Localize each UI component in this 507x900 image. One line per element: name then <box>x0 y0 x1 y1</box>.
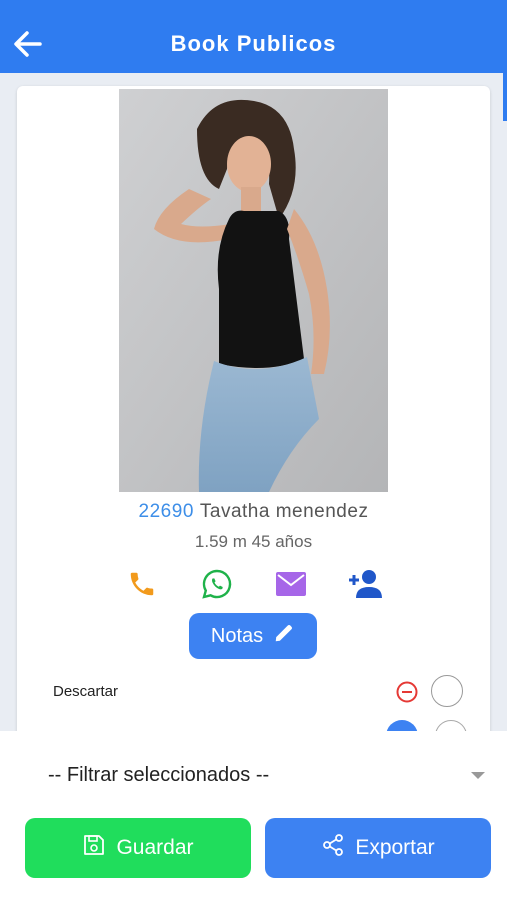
pencil-icon <box>273 622 295 650</box>
remove-circle-icon[interactable] <box>396 681 418 703</box>
profile-stats: 1.59 m 45 años <box>194 532 313 551</box>
bottom-panel: -- Filtrar seleccionados -- Guardar Expo… <box>0 731 507 900</box>
whatsapp-icon[interactable] <box>197 564 237 604</box>
mail-icon[interactable] <box>271 564 311 604</box>
chevron-down-icon[interactable] <box>471 772 485 779</box>
add-user-icon[interactable] <box>345 564 385 604</box>
save-button[interactable]: Guardar <box>25 818 251 878</box>
profile-code: 22690 <box>138 501 194 522</box>
export-button-label: Exportar <box>355 836 435 859</box>
discard-radio[interactable] <box>431 675 463 707</box>
app-header: Book Publicos <box>0 0 507 73</box>
filter-select[interactable]: -- Filtrar seleccionados -- <box>48 764 269 787</box>
profile-name-line: 22690 Tavatha menendez <box>17 501 490 523</box>
contact-actions <box>17 564 490 604</box>
page-title: Book Publicos <box>170 31 337 56</box>
export-button[interactable]: Exportar <box>265 818 491 878</box>
scrollbar[interactable] <box>503 73 507 121</box>
notes-button-label: Notas <box>210 624 264 647</box>
save-icon <box>82 833 106 863</box>
profile-photo[interactable] <box>119 89 388 492</box>
notes-button[interactable]: Notas <box>189 613 317 659</box>
profile-name: Tavatha menendez <box>199 501 369 522</box>
phone-icon[interactable] <box>122 564 162 604</box>
profile-card: 22690 Tavatha menendez 1.59 m 45 años No… <box>17 86 490 746</box>
share-icon <box>321 833 345 863</box>
save-button-label: Guardar <box>116 836 194 859</box>
discard-label: Descartar <box>53 683 119 700</box>
